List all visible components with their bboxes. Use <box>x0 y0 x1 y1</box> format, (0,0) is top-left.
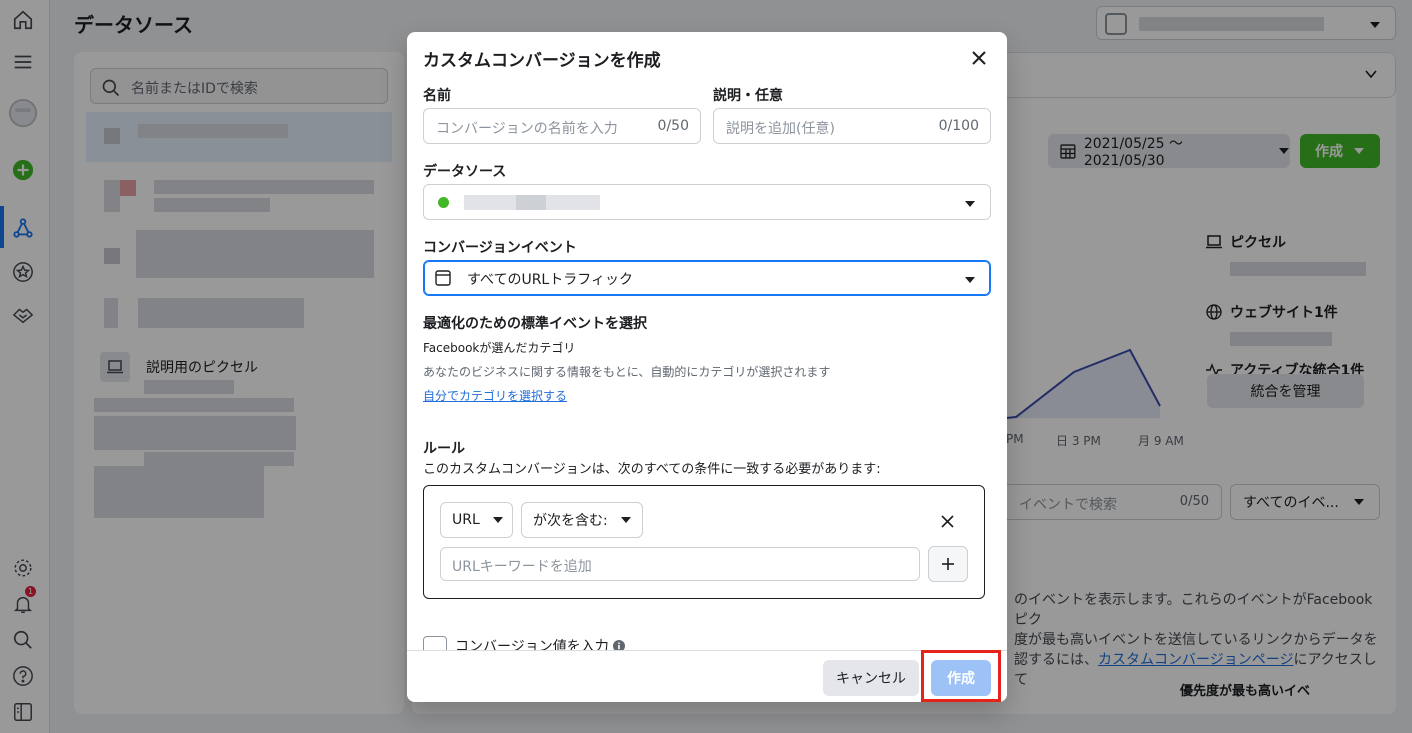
data-source-select[interactable] <box>423 184 991 220</box>
optimization-heading: 最適化のための標準イベントを選択 <box>423 316 647 332</box>
remove-rule-button[interactable] <box>936 510 958 532</box>
data-source-label: データソース <box>423 164 507 180</box>
description-counter: 0/100 <box>938 118 979 134</box>
chevron-down-icon <box>620 517 631 523</box>
browser-window-icon <box>435 270 451 286</box>
description-input[interactable]: 説明を追加(任意) 0/100 <box>713 108 991 144</box>
conversion-event-value: すべてのURLトラフィック <box>467 272 633 288</box>
create-button-highlight <box>921 650 1001 702</box>
description-label: 説明・任意 <box>713 88 783 104</box>
name-input[interactable]: コンバージョンの名前を入力 0/50 <box>423 108 701 144</box>
rule-field-dropdown[interactable]: URL <box>440 502 513 538</box>
rules-subtitle: このカスタムコンバージョンは、次のすべての条件に一致する必要があります: <box>423 462 881 477</box>
close-icon <box>940 514 954 528</box>
name-placeholder: コンバージョンの名前を入力 <box>436 121 618 137</box>
dialog-footer: キャンセル 作成 <box>407 650 1007 702</box>
dialog-title: カスタムコンバージョンを作成 <box>423 51 661 71</box>
status-active-dot <box>438 197 449 208</box>
plus-icon <box>942 558 954 570</box>
category-help-text: あなたのビジネスに関する情報をもとに、自動的にカテゴリが選択されます <box>423 365 831 379</box>
close-button[interactable] <box>969 48 989 68</box>
category-text: Facebookが選んだカテゴリ <box>423 341 576 355</box>
name-label: 名前 <box>423 88 451 104</box>
rules-heading: ルール <box>423 441 465 457</box>
rule-field-value: URL <box>452 512 480 528</box>
select-category-link[interactable]: 自分でカテゴリを選択する <box>423 387 567 404</box>
add-keyword-button[interactable] <box>928 546 968 582</box>
create-custom-conversion-dialog: カスタムコンバージョンを作成 名前 コンバージョンの名前を入力 0/50 説明・… <box>407 32 1007 702</box>
url-keyword-input[interactable]: URLキーワードを追加 <box>440 547 920 581</box>
rule-operator-value: が次を含む: <box>533 513 608 529</box>
description-placeholder: 説明を追加(任意) <box>726 121 835 137</box>
name-counter: 0/50 <box>657 118 689 134</box>
rule-condition-group: URL が次を含む: URLキーワードを追加 <box>423 485 985 599</box>
chevron-down-icon <box>965 201 975 207</box>
url-keyword-placeholder: URLキーワードを追加 <box>452 559 592 575</box>
cancel-button[interactable]: キャンセル <box>823 660 919 696</box>
rule-operator-dropdown[interactable]: が次を含む: <box>521 502 643 538</box>
conversion-event-select[interactable]: すべてのURLトラフィック <box>423 260 991 296</box>
redacted-block <box>516 195 546 210</box>
close-icon <box>972 51 986 65</box>
chevron-down-icon <box>965 277 975 283</box>
chevron-down-icon <box>492 517 503 523</box>
conversion-event-label: コンバージョンイベント <box>423 240 577 256</box>
